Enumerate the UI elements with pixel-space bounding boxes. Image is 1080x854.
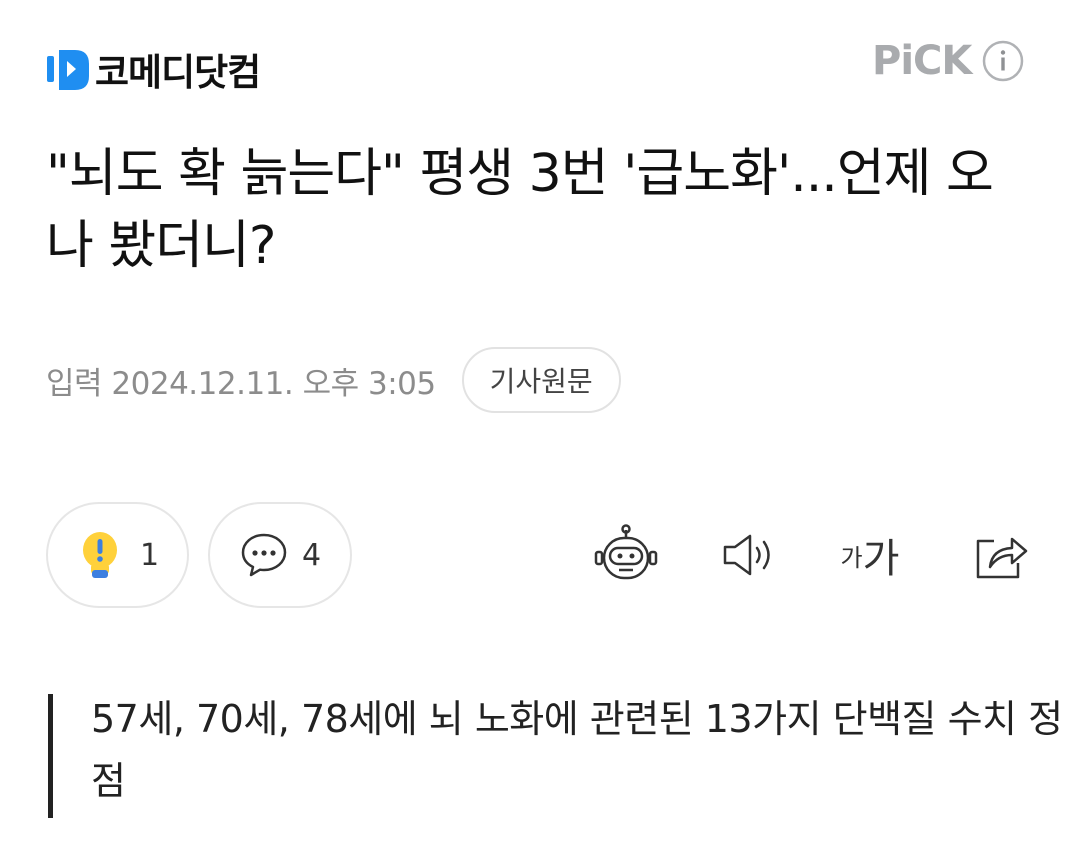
original-article-button[interactable]: 기사원문 xyxy=(461,347,621,413)
speaker-icon xyxy=(723,534,770,576)
publish-date: 입력 2024.12.11. 오후 3:05 xyxy=(46,365,436,402)
press-logo[interactable]: 코메디닷컴 xyxy=(45,42,261,96)
comment-count: 4 xyxy=(302,537,322,573)
reaction-button[interactable]: 1 xyxy=(46,502,189,608)
share-button[interactable] xyxy=(966,520,1036,590)
font-size-large-label: 가 xyxy=(862,536,900,582)
summary-text: 57세, 70세, 78세에 뇌 노화에 관련된 13가지 단백질 수치 정점 xyxy=(91,697,1063,803)
press-name: 코메디닷컴 xyxy=(95,51,261,94)
font-size-button[interactable]: 가가 xyxy=(835,520,905,590)
article-header: 코메디닷컴 PiCK xyxy=(0,0,1080,130)
article-summary: 57세, 70세, 78세에 뇌 노화에 관련된 13가지 단백질 수치 정점 xyxy=(48,694,1080,818)
comment-icon xyxy=(241,533,287,577)
comedy-logo-icon xyxy=(47,50,89,90)
reaction-count: 1 xyxy=(140,537,160,573)
text-to-speech-button[interactable] xyxy=(715,520,785,590)
share-icon xyxy=(976,537,1028,579)
summary-bot-button[interactable] xyxy=(591,520,661,590)
info-icon[interactable] xyxy=(981,39,1025,83)
font-size-small-label: 가 xyxy=(840,543,863,572)
article-title: "뇌도 확 늙는다" 평생 3번 '급노화'...언제 오나 봤더니? xyxy=(46,144,994,276)
pick-badge[interactable]: PiCK xyxy=(872,38,1025,84)
lightbulb-icon xyxy=(83,532,117,578)
pick-label: PiCK xyxy=(872,38,972,84)
robot-icon xyxy=(594,524,658,580)
article-meta: 입력 2024.12.11. 오후 3:05 기사원문 xyxy=(46,346,621,414)
comment-button[interactable]: 4 xyxy=(208,502,352,608)
